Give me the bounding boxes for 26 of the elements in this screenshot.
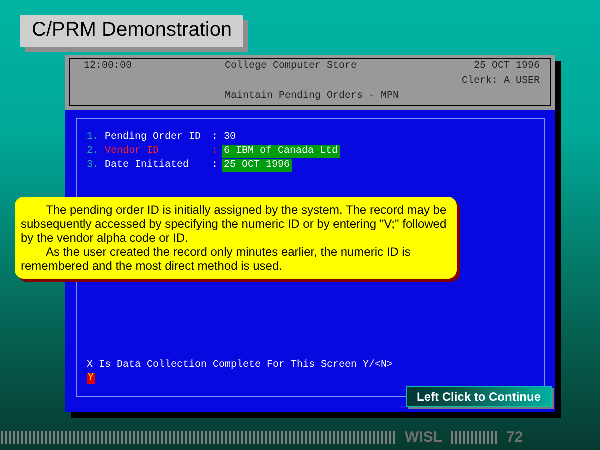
continue-button[interactable]: Left Click to Continue	[406, 386, 552, 407]
field-number: 3.	[87, 160, 100, 171]
footer-brand: WISL	[405, 428, 442, 446]
clock-time: 12:00:00	[84, 61, 132, 74]
field-separator: :	[212, 146, 220, 157]
field-number: 2.	[87, 146, 100, 157]
field-label: Vendor ID	[105, 146, 160, 157]
header-date: 25 OCT 1996	[474, 61, 540, 74]
clerk-name: Clerk: A USER	[462, 76, 540, 89]
field-separator: :	[212, 132, 220, 143]
slide-title: C/PRM Demonstration	[20, 15, 243, 47]
callout-paragraph: As the user created the record only minutes earlier, the numeric ID is remembered and the most direct method is used.	[21, 245, 412, 273]
screen-title: Maintain Pending Orders - MPN	[224, 91, 400, 104]
field-number: 1.	[87, 132, 100, 143]
stripe-pattern	[450, 430, 498, 444]
prompt-input[interactable]: Y	[87, 373, 96, 384]
callout-paragraph: The pending order ID is initially assigned by the system. The record may be subsequently accessed by specifying the numeric ID or by entering "V;" followed by the vendor alpha code or ID.	[21, 203, 448, 245]
store-name: College Computer Store	[224, 61, 358, 74]
field-value[interactable]: 25 OCT 1996	[222, 159, 292, 172]
field-separator: :	[212, 160, 220, 171]
prompt-text: X Is Data Collection Complete For This Screen Y/<N>	[87, 360, 394, 371]
field-value[interactable]: 6 IBM of Canada Ltd	[222, 145, 340, 158]
field-label: Pending Order ID	[105, 132, 202, 143]
page-number: 72	[506, 428, 524, 446]
field-label: Date Initiated	[105, 160, 190, 171]
field-value[interactable]: 30	[222, 131, 238, 144]
